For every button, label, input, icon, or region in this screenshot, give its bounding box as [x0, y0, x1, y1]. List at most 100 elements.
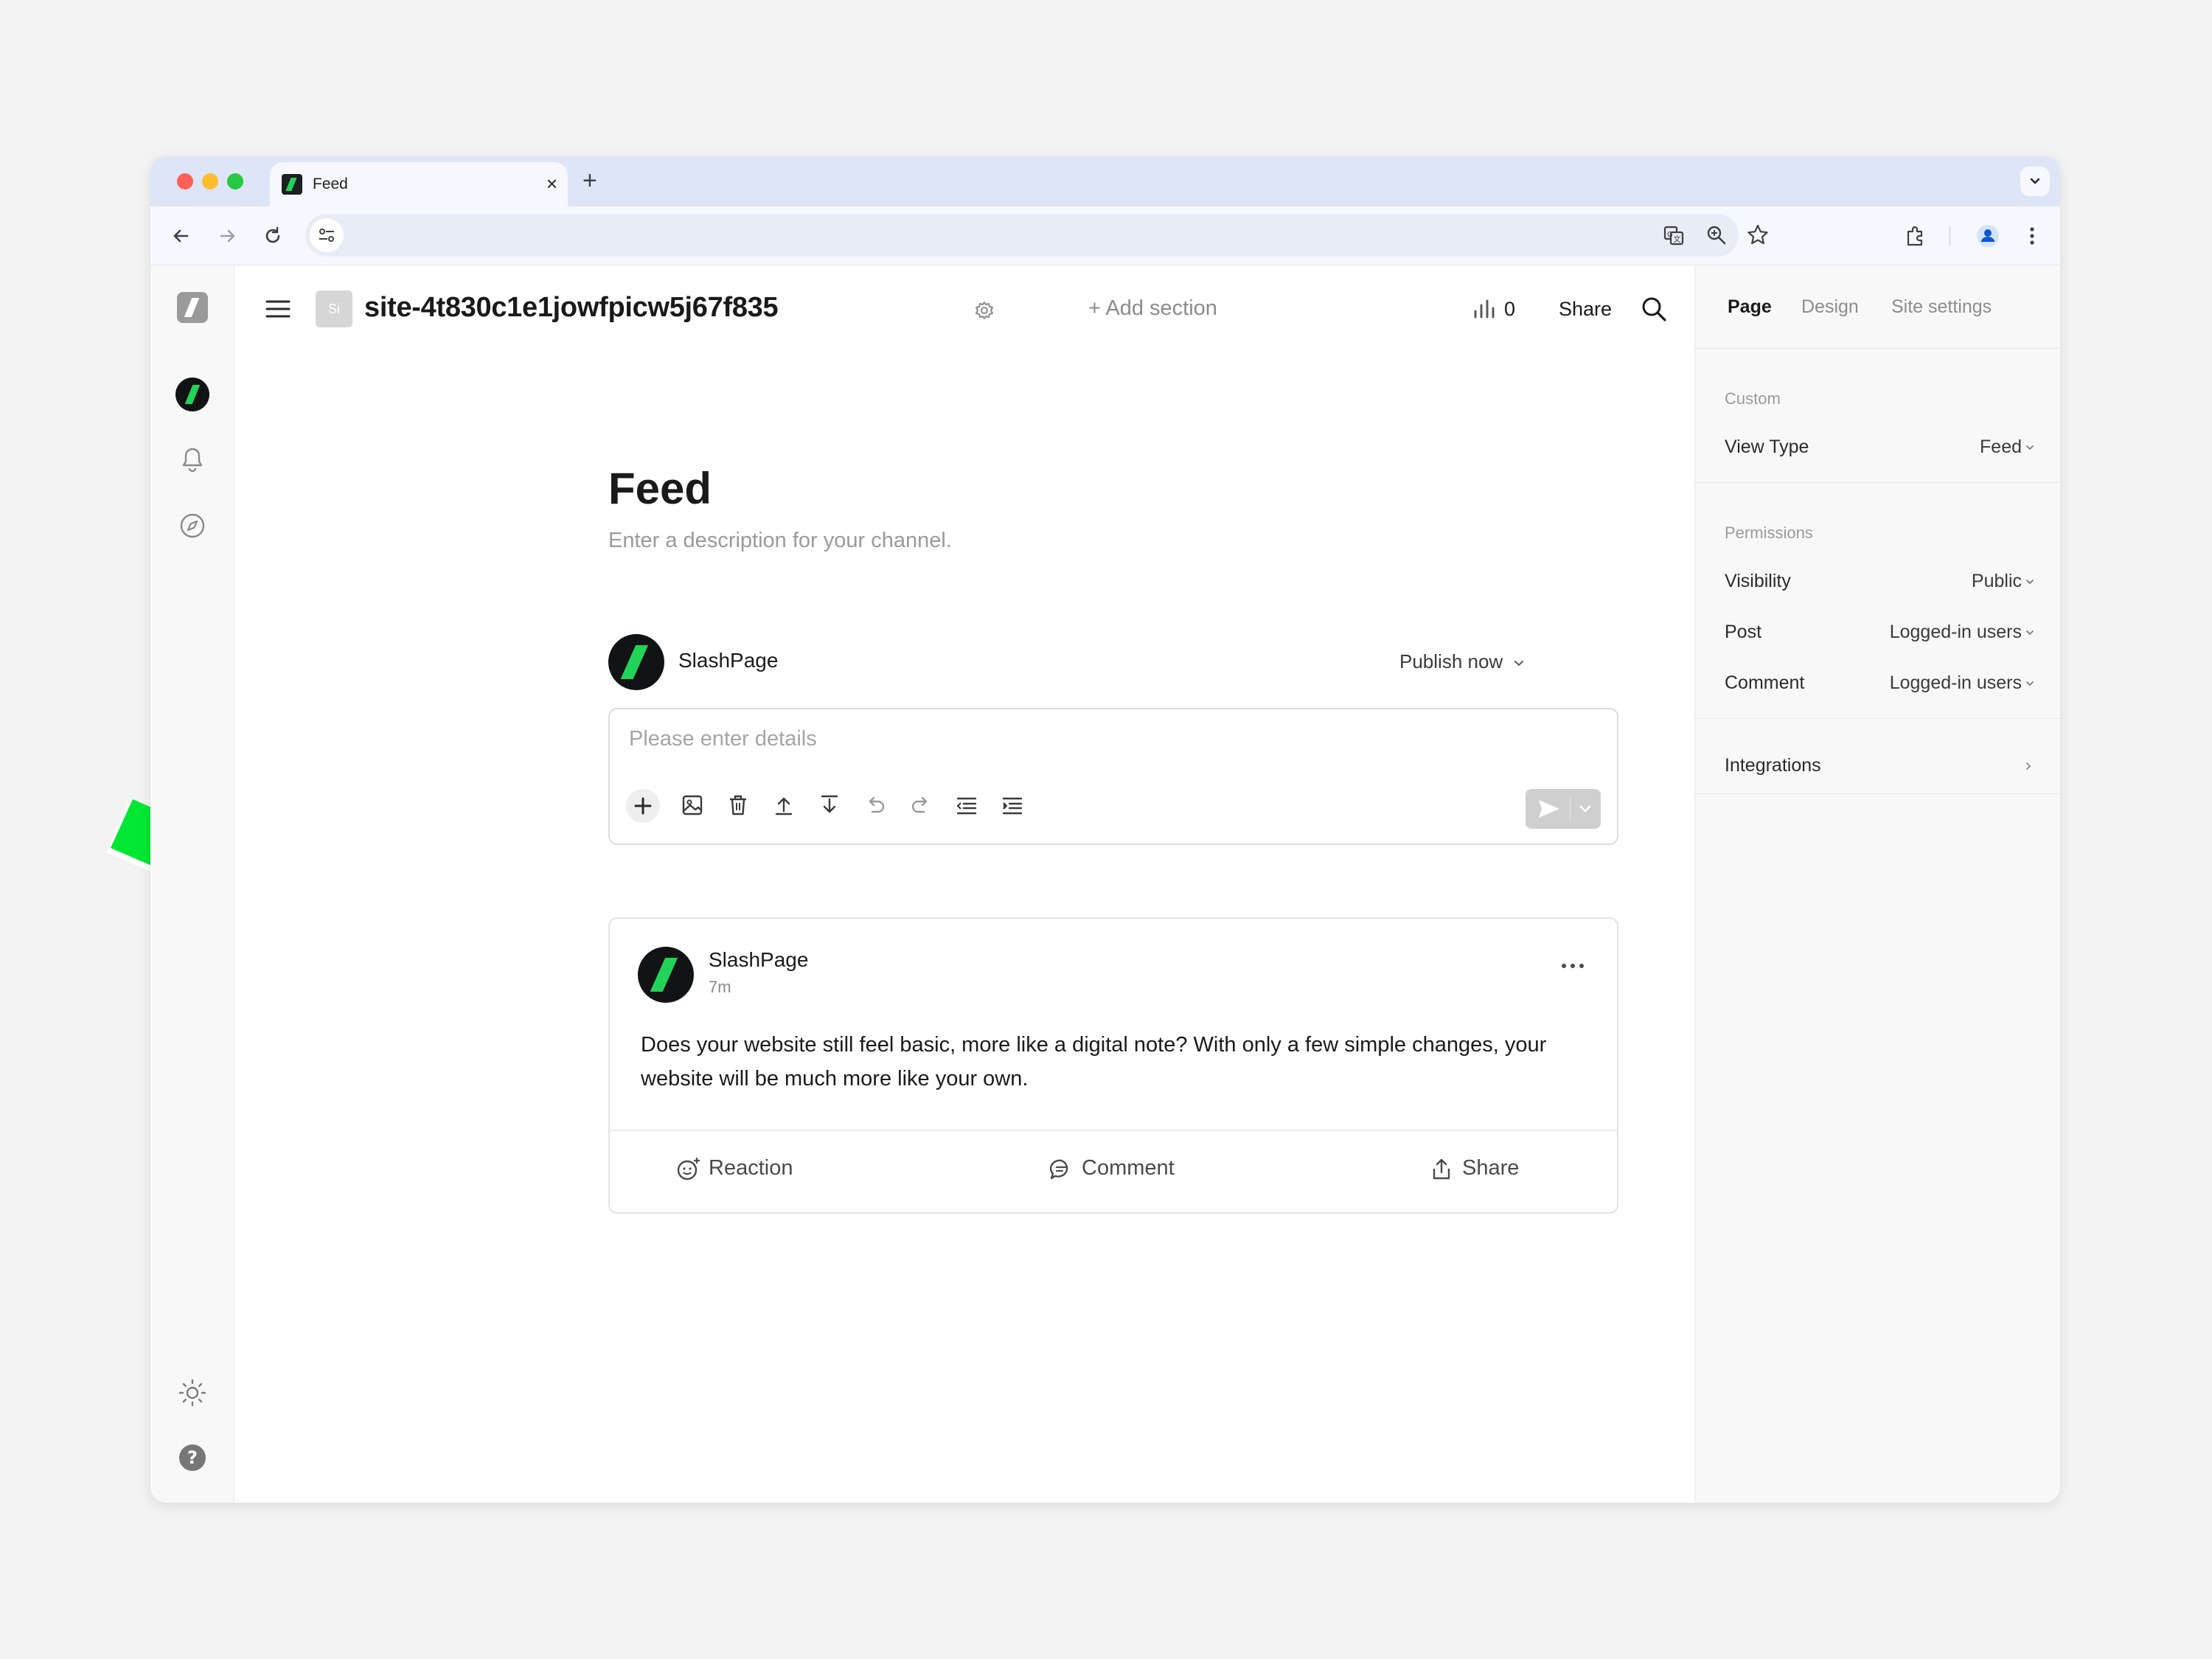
compass-icon[interactable]	[174, 507, 211, 544]
slashpage-favicon-icon	[282, 174, 302, 195]
permissions-section-label: Permissions	[1725, 524, 1813, 542]
post-permission-label: Post	[1725, 622, 1762, 642]
maximize-window-button[interactable]	[227, 173, 243, 189]
tab-page[interactable]: Page	[1728, 296, 1772, 318]
stats-count: 0	[1504, 298, 1516, 320]
publish-now-dropdown[interactable]: Publish now	[1399, 650, 1526, 673]
integrations-divider	[1695, 793, 2060, 794]
permissions-divider	[1695, 718, 2060, 719]
svg-text:?: ?	[187, 1447, 198, 1468]
reaction-label: Reaction	[709, 1156, 793, 1180]
undo-icon[interactable]	[860, 790, 890, 820]
post-avatar[interactable]	[638, 947, 694, 1003]
workspace-avatar[interactable]	[175, 378, 209, 411]
outdent-icon[interactable]	[952, 790, 981, 820]
tab-design[interactable]: Design	[1801, 296, 1859, 318]
chevron-down-icon[interactable]	[2025, 678, 2035, 689]
svg-text:文: 文	[1674, 234, 1681, 244]
reload-icon	[265, 226, 280, 243]
post-composer	[608, 708, 1618, 845]
site-name[interactable]: site-4t830c1e1jowfpicw5j67f835	[364, 292, 779, 324]
post-divider	[610, 1130, 1617, 1131]
send-button[interactable]	[1526, 789, 1601, 829]
send-divider	[1570, 796, 1571, 821]
tab-strip: Feed × +	[150, 156, 2060, 206]
browser-menu-icon[interactable]	[2017, 221, 2047, 251]
chevron-down-icon[interactable]	[2025, 627, 2035, 638]
forward-button[interactable]	[212, 221, 242, 251]
trash-icon[interactable]	[723, 790, 753, 820]
sun-icon[interactable]	[174, 1374, 211, 1411]
move-down-icon[interactable]	[815, 790, 844, 820]
reload-button[interactable]	[258, 221, 288, 251]
arrow-left-icon	[173, 229, 189, 243]
close-window-button[interactable]	[177, 173, 193, 189]
minimize-window-button[interactable]	[202, 173, 218, 189]
tab-site-settings[interactable]: Site settings	[1891, 296, 1992, 318]
post-card: SlashPage 7m Does your website still fee…	[608, 917, 1618, 1214]
help-icon[interactable]: ?	[174, 1439, 211, 1476]
comment-permission-label: Comment	[1725, 672, 1805, 693]
share-icon	[1433, 1158, 1450, 1180]
main-editor: Si site-4t830c1e1jowfpicw5j67f835 + Add …	[234, 265, 1812, 1503]
redo-icon[interactable]	[906, 790, 936, 820]
translate-icon[interactable]: G文	[1659, 220, 1688, 250]
address-bar[interactable]: G文	[305, 214, 1768, 257]
visibility-select[interactable]: Public	[1972, 571, 2022, 592]
tab-close-icon[interactable]: ×	[546, 173, 557, 195]
tabs-divider	[1695, 348, 2060, 349]
site-info-icon[interactable]	[310, 218, 344, 252]
view-type-label: View Type	[1725, 437, 1809, 457]
new-tab-button[interactable]: +	[582, 167, 597, 195]
bookmark-star-icon[interactable]	[1743, 220, 1773, 250]
site-badge: Si	[316, 291, 352, 327]
bell-icon[interactable]	[174, 441, 211, 478]
comment-label: Comment	[1082, 1156, 1175, 1180]
back-button[interactable]	[167, 221, 196, 251]
hamburger-menu-icon[interactable]	[264, 295, 292, 323]
gear-icon[interactable]	[973, 299, 995, 321]
chevron-down-icon	[1514, 661, 1524, 667]
slashpage-logo-icon[interactable]	[177, 292, 208, 323]
custom-divider	[1695, 482, 2060, 483]
visibility-label: Visibility	[1725, 571, 1791, 591]
chevron-down-icon	[2030, 178, 2040, 184]
settings-sidebar: Page Design Site settings Custom View Ty…	[1694, 265, 2060, 1503]
composer-input[interactable]	[629, 727, 1440, 751]
browser-toolbar: G文	[150, 206, 2060, 265]
bar-chart-icon	[1474, 299, 1495, 319]
app-area: ? Si site-4t830c1e1jowfpicw5j67f835 + Ad…	[150, 265, 2060, 1503]
chevron-down-icon[interactable]	[1577, 801, 1593, 817]
browser-tab[interactable]: Feed ×	[270, 162, 568, 206]
feed-title[interactable]: Feed	[608, 463, 712, 514]
move-up-icon[interactable]	[769, 790, 799, 820]
view-type-select[interactable]: Feed	[1980, 437, 2022, 458]
share-label: Share	[1462, 1156, 1520, 1180]
smiley-icon	[677, 1157, 700, 1180]
post-author[interactable]: SlashPage	[709, 948, 808, 972]
feed-description[interactable]: Enter a description for your channel.	[608, 529, 952, 553]
integrations-row[interactable]: Integrations	[1725, 755, 1821, 776]
extensions-icon[interactable]	[1901, 221, 1930, 251]
post-permission-select[interactable]: Logged-in users	[1890, 622, 2022, 643]
add-block-button[interactable]	[626, 789, 660, 823]
tab-search-button[interactable]	[2020, 167, 2050, 196]
share-button[interactable]: Share	[1559, 298, 1612, 321]
post-time: 7m	[709, 978, 731, 996]
chevron-down-icon[interactable]	[2025, 442, 2035, 453]
add-section-button[interactable]: + Add section	[1088, 296, 1217, 321]
plus-icon	[634, 797, 652, 815]
chevron-right-icon[interactable]	[2023, 761, 2034, 771]
indent-icon[interactable]	[998, 790, 1027, 820]
profile-avatar-icon[interactable]	[1973, 221, 2003, 251]
comment-permission-select[interactable]: Logged-in users	[1890, 672, 2022, 694]
send-icon	[1539, 800, 1559, 818]
image-icon[interactable]	[678, 790, 707, 820]
search-icon[interactable]	[1638, 293, 1669, 324]
zoom-icon[interactable]	[1702, 220, 1731, 250]
custom-section-label: Custom	[1725, 389, 1781, 408]
post-more-icon[interactable]	[1558, 957, 1587, 975]
svg-text:G: G	[1667, 231, 1673, 239]
composer-avatar	[608, 634, 664, 690]
chevron-down-icon[interactable]	[2025, 577, 2035, 587]
